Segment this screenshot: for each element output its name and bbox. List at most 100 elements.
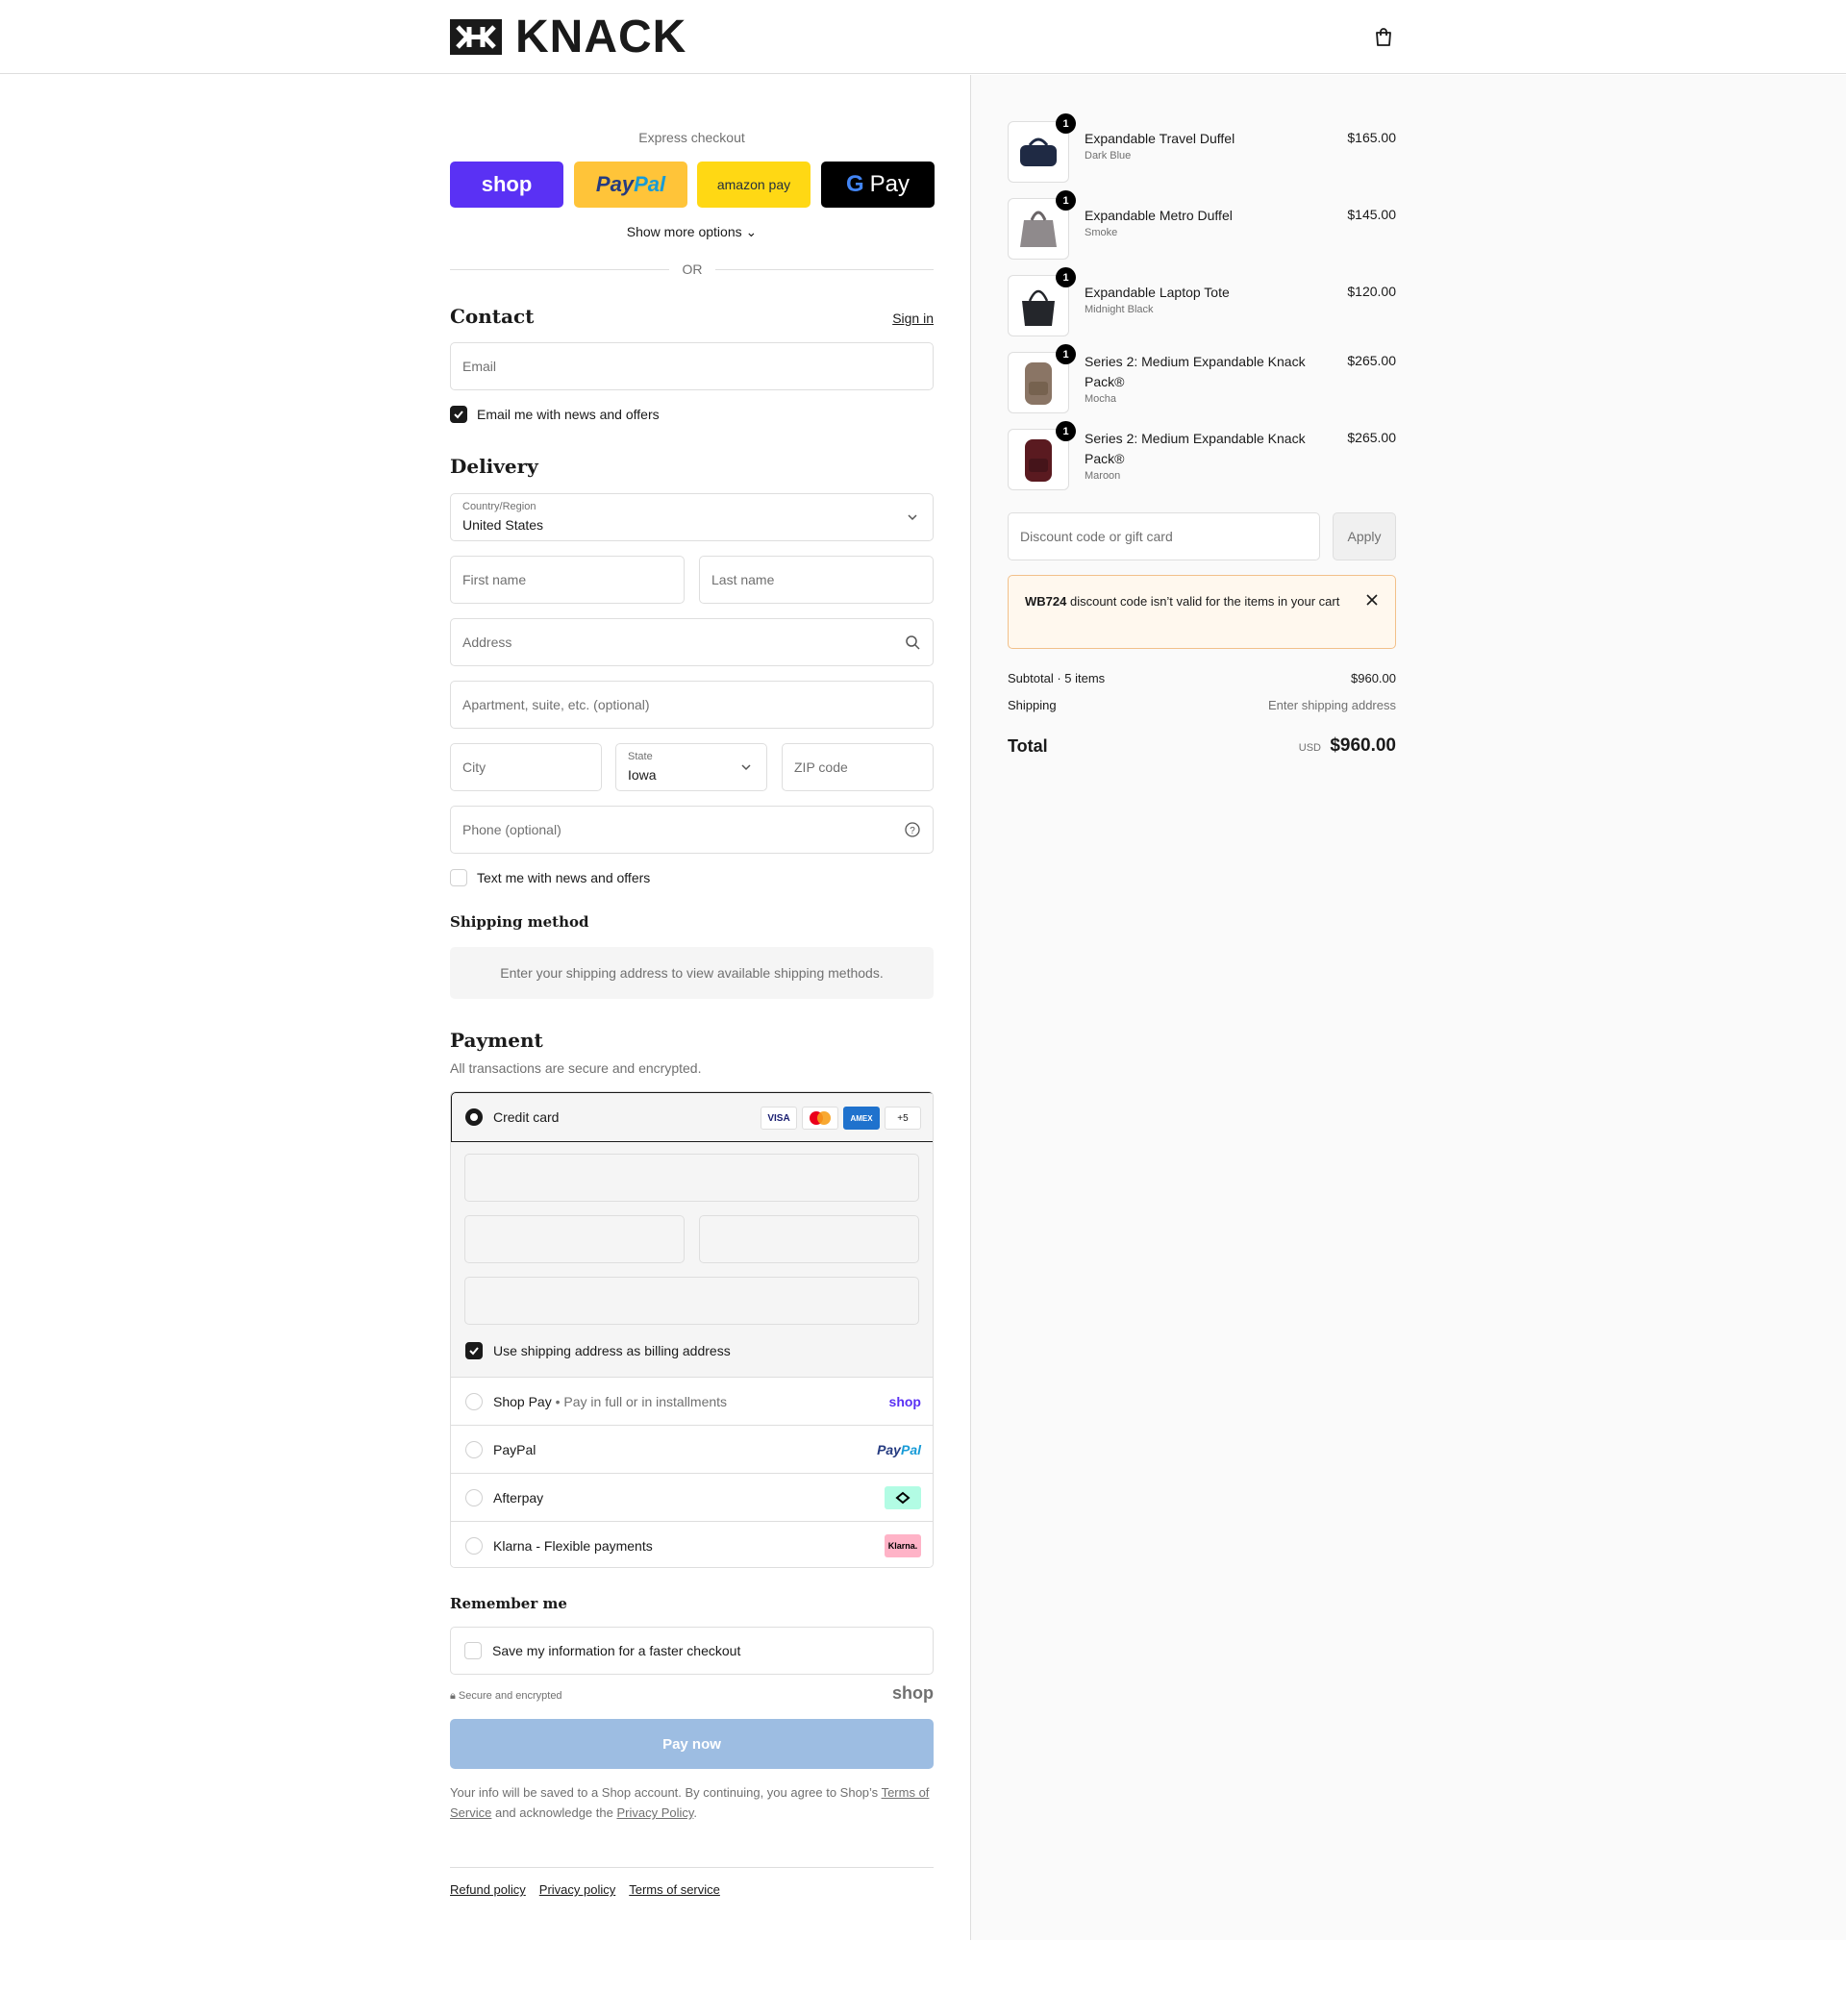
apply-discount-button[interactable]: Apply bbox=[1333, 512, 1396, 560]
show-more-options-button[interactable]: Show more options ⌄ bbox=[450, 224, 934, 240]
quantity-badge: 1 bbox=[1056, 421, 1076, 441]
discount-code: WB724 bbox=[1025, 594, 1067, 609]
gpay-label: Pay bbox=[869, 171, 911, 197]
save-info-label: Save my information for a faster checkou… bbox=[492, 1643, 741, 1658]
product-name: Series 2: Medium Expandable Knack Pack® bbox=[1085, 354, 1306, 389]
privacy-policy-link[interactable]: Privacy policy bbox=[539, 1882, 615, 1897]
product-variant: Smoke bbox=[1085, 227, 1118, 238]
last-name-field[interactable]: Last name bbox=[699, 556, 934, 604]
state-select[interactable]: State Iowa bbox=[615, 743, 767, 791]
save-info-checkbox[interactable] bbox=[464, 1642, 482, 1659]
paypal-radio[interactable] bbox=[465, 1441, 483, 1458]
apartment-placeholder: Apartment, suite, etc. (optional) bbox=[462, 697, 650, 712]
amazon-pay-express-button[interactable]: amazon pay bbox=[697, 162, 811, 208]
header: KNACK bbox=[0, 0, 1846, 74]
product-variant: Dark Blue bbox=[1085, 150, 1132, 162]
help-icon[interactable]: ? bbox=[904, 821, 921, 838]
sign-in-link[interactable]: Sign in bbox=[892, 311, 934, 326]
credit-card-radio[interactable] bbox=[465, 1108, 483, 1126]
paypal-option[interactable]: PayPal Pay Pal bbox=[451, 1425, 933, 1473]
currency-code: USD bbox=[1298, 742, 1321, 754]
afterpay-radio[interactable] bbox=[465, 1489, 483, 1506]
shopping-bag-icon[interactable] bbox=[1373, 26, 1394, 47]
close-icon[interactable] bbox=[1364, 592, 1380, 608]
product-price: $265.00 bbox=[1347, 353, 1396, 368]
card-expiry-field[interactable] bbox=[464, 1215, 685, 1263]
knack-logo-icon bbox=[450, 19, 502, 55]
total-value: $960.00 bbox=[1330, 735, 1396, 756]
brand-logo[interactable]: KNACK bbox=[450, 14, 686, 61]
shipping-label: Shipping bbox=[1008, 698, 1057, 712]
pay-now-button[interactable]: Pay now bbox=[450, 1719, 934, 1769]
quantity-badge: 1 bbox=[1056, 113, 1076, 134]
address-field[interactable]: Address bbox=[450, 618, 934, 666]
subtotal-value: $960.00 bbox=[1351, 671, 1396, 685]
discount-error-text: WB724 discount code isn’t valid for the … bbox=[1025, 591, 1342, 611]
klarna-label: Klarna - Flexible payments bbox=[493, 1538, 653, 1554]
more-cards-badge: +5 bbox=[885, 1107, 921, 1130]
phone-field[interactable]: Phone (optional) ? bbox=[450, 806, 934, 854]
discount-placeholder: Discount code or gift card bbox=[1020, 529, 1173, 544]
shipping-method-placeholder: Enter your shipping address to view avai… bbox=[450, 947, 934, 999]
legal-text: Your info will be saved to a Shop accoun… bbox=[450, 1782, 934, 1823]
secure-label: Secure and encrypted bbox=[458, 1690, 562, 1702]
shop-pay-name: Shop Pay bbox=[493, 1394, 552, 1409]
mastercard-icon bbox=[802, 1107, 838, 1130]
city-placeholder: City bbox=[462, 759, 486, 775]
email-news-checkbox[interactable] bbox=[450, 406, 467, 423]
klarna-logo: Klarna. bbox=[885, 1534, 921, 1557]
billing-address-checkbox[interactable] bbox=[465, 1342, 483, 1359]
footer-divider bbox=[450, 1867, 934, 1868]
country-select[interactable]: Country/Region United States bbox=[450, 493, 934, 541]
product-name: Series 2: Medium Expandable Knack Pack® bbox=[1085, 431, 1306, 466]
product-price: $265.00 bbox=[1347, 430, 1396, 445]
klarna-option[interactable]: Klarna - Flexible payments Klarna. bbox=[451, 1521, 933, 1567]
payment-subtitle: All transactions are secure and encrypte… bbox=[450, 1060, 702, 1076]
paypal-express-button[interactable]: Pay Pal bbox=[574, 162, 687, 208]
shop-pay-subtitle: Pay in full or in installments bbox=[563, 1394, 728, 1409]
save-info-option[interactable]: Save my information for a faster checkou… bbox=[450, 1627, 934, 1675]
state-label: State bbox=[628, 751, 653, 762]
card-number-field[interactable] bbox=[464, 1154, 919, 1202]
shop-pay-radio[interactable] bbox=[465, 1393, 483, 1410]
google-pay-express-button[interactable]: G Pay bbox=[821, 162, 935, 208]
contact-heading: Contact bbox=[450, 305, 535, 328]
shipping-value: Enter shipping address bbox=[1268, 698, 1396, 712]
shop-pay-express-button[interactable]: shop bbox=[450, 162, 563, 208]
zip-field[interactable]: ZIP code bbox=[782, 743, 934, 791]
text-news-label: Text me with news and offers bbox=[477, 870, 651, 885]
country-label: Country/Region bbox=[462, 501, 536, 512]
email-field[interactable]: Email bbox=[450, 342, 934, 390]
shop-pay-option[interactable]: Shop Pay • Pay in full or in installment… bbox=[451, 1377, 933, 1425]
card-name-field[interactable] bbox=[464, 1277, 919, 1325]
product-price: $145.00 bbox=[1347, 207, 1396, 222]
card-cvv-field[interactable] bbox=[699, 1215, 919, 1263]
legal-text-1: Your info will be saved to a Shop accoun… bbox=[450, 1785, 882, 1800]
afterpay-logo-icon bbox=[885, 1486, 921, 1509]
country-value: United States bbox=[462, 517, 544, 533]
search-icon bbox=[904, 634, 921, 651]
or-separator: OR bbox=[669, 261, 715, 277]
legal-text-3: . bbox=[693, 1805, 698, 1820]
apartment-field[interactable]: Apartment, suite, etc. (optional) bbox=[450, 681, 934, 729]
product-name: Expandable Travel Duffel bbox=[1085, 131, 1235, 146]
quantity-badge: 1 bbox=[1056, 267, 1076, 287]
chevron-down-icon bbox=[904, 509, 921, 526]
text-news-checkbox[interactable] bbox=[450, 869, 467, 886]
product-variant: Maroon bbox=[1085, 470, 1121, 482]
express-checkout-title: Express checkout bbox=[638, 130, 745, 145]
first-name-field[interactable]: First name bbox=[450, 556, 685, 604]
email-news-label: Email me with news and offers bbox=[477, 407, 660, 422]
credit-card-option[interactable]: Credit card VISA AMEX +5 bbox=[451, 1092, 933, 1142]
refund-policy-link[interactable]: Refund policy bbox=[450, 1882, 526, 1897]
payment-methods: Credit card VISA AMEX +5 Use shipping ad… bbox=[450, 1091, 934, 1568]
city-field[interactable]: City bbox=[450, 743, 602, 791]
terms-of-service-link[interactable]: Terms of service bbox=[629, 1882, 720, 1897]
chevron-down-icon: ⌄ bbox=[745, 224, 758, 239]
shop-privacy-link[interactable]: Privacy Policy bbox=[616, 1805, 693, 1820]
product-name: Expandable Laptop Tote bbox=[1085, 285, 1230, 300]
remember-me-heading: Remember me bbox=[450, 1595, 567, 1612]
discount-code-input[interactable]: Discount code or gift card bbox=[1008, 512, 1320, 560]
klarna-radio[interactable] bbox=[465, 1537, 483, 1555]
afterpay-option[interactable]: Afterpay bbox=[451, 1473, 933, 1521]
